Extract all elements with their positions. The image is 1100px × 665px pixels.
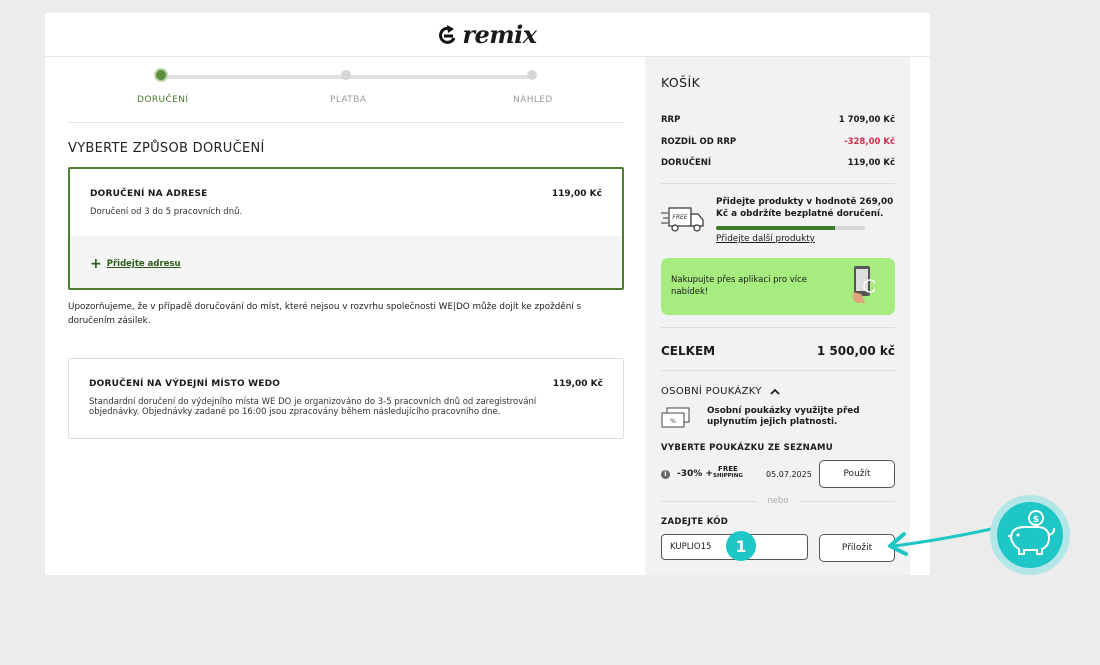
step-dot-payment <box>341 70 351 80</box>
voucher-discount: -30% + <box>677 469 713 479</box>
delivery-section-title: VYBERTE ZPŮSOB DORUČENÍ <box>68 141 265 156</box>
checkout-page: remix DORUČENÍ PLATBA NÁHLED VYBERTE ZPŮ… <box>45 13 930 575</box>
summary-row-rrp: RRP 1 709,00 Kč <box>661 115 895 125</box>
add-address-link[interactable]: + Přidejte adresu <box>90 256 181 272</box>
checkout-stepper: DORUČENÍ PLATBA NÁHLED <box>68 57 624 123</box>
option-description: Standardní doručení do výdejního místa W… <box>89 397 537 417</box>
option-price: 119,00 Kč <box>551 189 602 199</box>
delivery-notice: Upozorňujeme, že v případě doručování do… <box>68 302 582 326</box>
summary-row-delivery: DORUČENÍ 119,00 Kč <box>661 158 895 168</box>
phone-in-hand-icon <box>852 266 875 303</box>
piggy-bank-icon: $ <box>1008 510 1056 555</box>
plus-icon: + <box>90 256 102 272</box>
total-label: CELKEM <box>661 344 716 358</box>
cart-total: CELKEM 1 500,00 kč <box>661 344 895 358</box>
pointer-arrow-icon <box>888 524 1005 556</box>
divider <box>661 370 895 371</box>
free-delivery-progress <box>716 226 865 230</box>
step-number-badge: 1 <box>726 531 756 561</box>
free-shipping-label: FREE SHIPPING <box>713 466 743 480</box>
vouchers-title: OSOBNÍ POUKÁZKY <box>661 386 762 397</box>
summary-value: 119,00 Kč <box>847 158 895 168</box>
total-value: 1 500,00 kč <box>816 344 895 358</box>
progress-fill <box>716 226 836 230</box>
step-label-preview[interactable]: NÁHLED <box>513 95 553 105</box>
or-text: nebo <box>767 496 789 506</box>
cart-title: KOŠÍK <box>661 75 701 90</box>
or-divider: nebo <box>661 496 895 506</box>
voucher-ticket-icon: % <box>661 407 690 428</box>
free-delivery-text: Přidejte produkty v hodnotě 269,00 Kč a … <box>716 197 894 219</box>
code-label: ZADEJTE KÓD <box>661 517 729 527</box>
summary-value: -328,00 Kč <box>844 137 895 147</box>
logo[interactable]: remix <box>438 20 537 49</box>
svg-text:$: $ <box>1033 515 1039 525</box>
voucher-date: 05.07.2025 <box>766 470 812 479</box>
info-icon[interactable]: i <box>661 470 670 479</box>
option-title: DORUČENÍ NA ADRESE <box>90 189 208 199</box>
truck-label: FREE <box>672 214 687 221</box>
header: remix <box>45 13 930 57</box>
divider-line <box>661 500 758 502</box>
vouchers-toggle[interactable]: OSOBNÍ POUKÁZKY <box>661 386 780 397</box>
chevron-up-icon <box>770 388 780 395</box>
summary-value: 1 709,00 Kč <box>838 115 895 125</box>
add-address-label: Přidejte adresu <box>106 259 181 269</box>
summary-row-discount: ROZDÍL OD RRP -328,00 Kč <box>661 137 895 147</box>
free-delivery-truck-icon: FREE <box>661 207 704 232</box>
summary-label: RRP <box>661 115 681 125</box>
address-panel: + Přidejte adresu <box>70 236 622 288</box>
main-content: DORUČENÍ PLATBA NÁHLED VYBERTE ZPŮSOB DO… <box>45 57 645 575</box>
app-promo-text: Nakupujte přes aplikaci pro více nabídek… <box>671 275 808 297</box>
app-promo-banner[interactable]: Nakupujte přes aplikaci pro více nabídek… <box>661 258 895 315</box>
use-voucher-button[interactable]: Použít <box>819 460 895 488</box>
logo-text: remix <box>462 20 537 49</box>
delivery-option-address[interactable]: DORUČENÍ NA ADRESE 119,00 Kč Doručení od… <box>68 167 624 290</box>
divider-line <box>798 500 895 502</box>
option-description: Doručení od 3 do 5 pracovních dnů. <box>90 207 243 217</box>
piggy-bank-badge: $ <box>997 502 1063 568</box>
vouchers-info: Osobní poukázky využijte před uplynutím … <box>707 406 860 427</box>
free-shipping-bottom: SHIPPING <box>713 473 743 479</box>
free-shipping-top: FREE <box>718 465 738 473</box>
divider <box>661 183 895 184</box>
cart-sidebar: KOŠÍK RRP 1 709,00 Kč ROZDÍL OD RRP -328… <box>645 57 910 575</box>
step-dot-preview <box>527 70 537 80</box>
remix-logo-icon <box>439 24 456 44</box>
svg-text:%: % <box>670 418 676 425</box>
divider <box>661 327 895 328</box>
step-label-payment[interactable]: PLATBA <box>330 95 366 105</box>
summary-label: ROZDÍL OD RRP <box>661 137 737 147</box>
choose-voucher-label: VYBERTE POUKÁZKU ZE SEZNAMU <box>661 443 833 453</box>
option-title: DORUČENÍ NA VÝDEJNÍ MÍSTO WEDO <box>89 379 281 389</box>
step-label-delivery[interactable]: DORUČENÍ <box>137 95 188 105</box>
option-price: 119,00 Kč <box>552 379 603 389</box>
summary-label: DORUČENÍ <box>661 158 712 168</box>
add-more-products-link[interactable]: Přidejte další produkty <box>716 234 815 244</box>
delivery-option-pickup[interactable]: DORUČENÍ NA VÝDEJNÍ MÍSTO WEDO 119,00 Kč… <box>68 358 624 439</box>
step-dot-delivery <box>154 68 168 82</box>
